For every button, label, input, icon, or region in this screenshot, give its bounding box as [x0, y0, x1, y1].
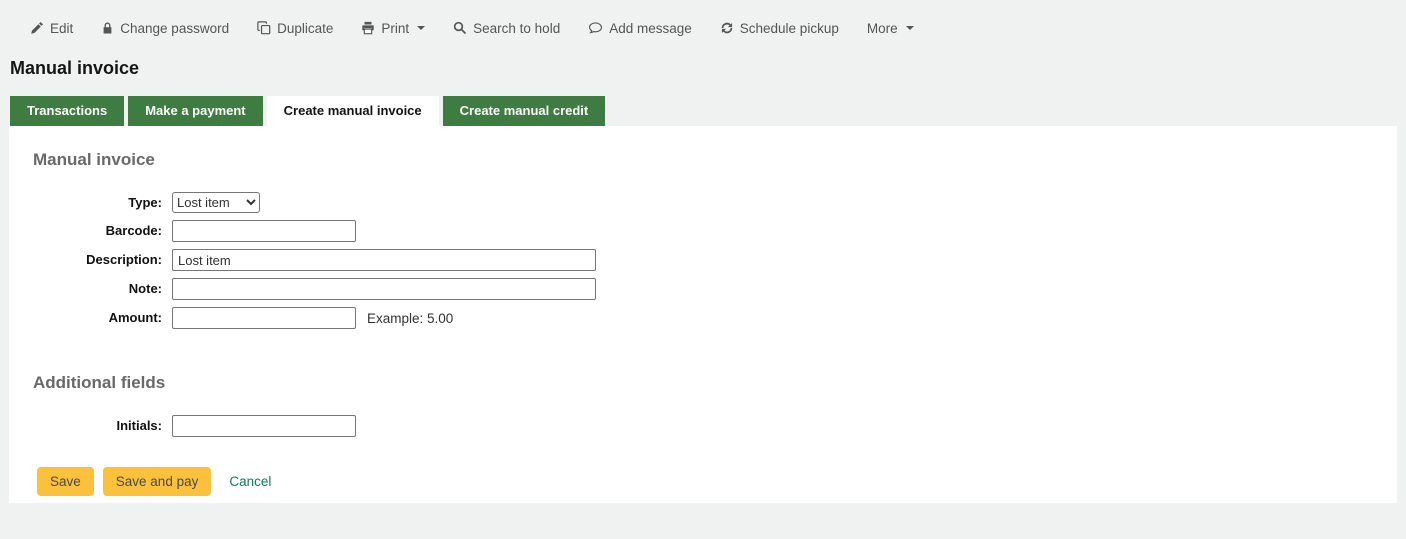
search-to-hold-button[interactable]: Search to hold: [453, 21, 560, 36]
initials-label: Initials:: [33, 415, 162, 437]
pencil-icon: [30, 21, 44, 35]
schedule-pickup-button-label: Schedule pickup: [740, 21, 839, 36]
edit-button-label: Edit: [50, 21, 73, 36]
tab-make-a-payment[interactable]: Make a payment: [128, 96, 262, 126]
form-actions: Save Save and pay Cancel: [37, 467, 1397, 496]
print-button[interactable]: Print: [361, 21, 425, 36]
type-select[interactable]: Lost item: [172, 192, 260, 213]
note-row: Note:: [33, 278, 1397, 300]
refresh-icon: [720, 21, 734, 35]
note-label: Note:: [33, 278, 162, 300]
account-tabs: Transactions Make a payment Create manua…: [10, 96, 1406, 126]
amount-row: Amount: Example: 5.00: [33, 307, 1397, 329]
caret-down-icon: [417, 26, 425, 34]
edit-button[interactable]: Edit: [30, 21, 73, 36]
add-message-button[interactable]: Add message: [588, 21, 692, 36]
additional-fields-heading: Additional fields: [33, 373, 1397, 393]
search-icon: [453, 21, 467, 35]
tab-transactions[interactable]: Transactions: [10, 96, 124, 126]
save-button[interactable]: Save: [37, 467, 94, 496]
invoice-section-heading: Manual invoice: [33, 150, 1397, 170]
print-button-label: Print: [381, 21, 409, 36]
amount-input[interactable]: [172, 307, 356, 329]
duplicate-icon: [257, 21, 271, 35]
more-button[interactable]: More: [867, 21, 914, 36]
schedule-pickup-button[interactable]: Schedule pickup: [720, 21, 839, 36]
amount-hint: Example: 5.00: [367, 311, 453, 326]
type-row: Type: Lost item: [33, 192, 1397, 213]
main-content-panel: Manual invoice Type: Lost item Barcode: …: [9, 126, 1397, 503]
caret-down-icon: [906, 26, 914, 34]
tab-create-manual-credit[interactable]: Create manual credit: [443, 96, 606, 126]
duplicate-button-label: Duplicate: [277, 21, 333, 36]
initials-row: Initials:: [33, 415, 1397, 437]
barcode-input[interactable]: [172, 220, 356, 242]
more-button-label: More: [867, 21, 898, 36]
tab-create-manual-invoice[interactable]: Create manual invoice: [267, 96, 439, 126]
cancel-link[interactable]: Cancel: [229, 474, 271, 489]
member-toolbar: Edit Change password Duplicate Print Sea…: [0, 0, 1406, 40]
type-label: Type:: [33, 192, 162, 213]
note-input[interactable]: [172, 278, 596, 300]
description-label: Description:: [33, 249, 162, 271]
description-row: Description:: [33, 249, 1397, 271]
search-to-hold-button-label: Search to hold: [473, 21, 560, 36]
page-title: Manual invoice: [10, 58, 1406, 79]
change-password-button[interactable]: Change password: [101, 21, 229, 36]
barcode-row: Barcode:: [33, 220, 1397, 242]
save-and-pay-button[interactable]: Save and pay: [103, 467, 212, 496]
comment-icon: [588, 21, 603, 35]
add-message-button-label: Add message: [609, 21, 692, 36]
barcode-label: Barcode:: [33, 220, 162, 242]
initials-input[interactable]: [172, 415, 356, 437]
printer-icon: [361, 21, 375, 35]
lock-icon: [101, 21, 114, 35]
change-password-button-label: Change password: [120, 21, 229, 36]
amount-label: Amount:: [33, 307, 162, 329]
duplicate-button[interactable]: Duplicate: [257, 21, 333, 36]
description-input[interactable]: [172, 249, 596, 271]
